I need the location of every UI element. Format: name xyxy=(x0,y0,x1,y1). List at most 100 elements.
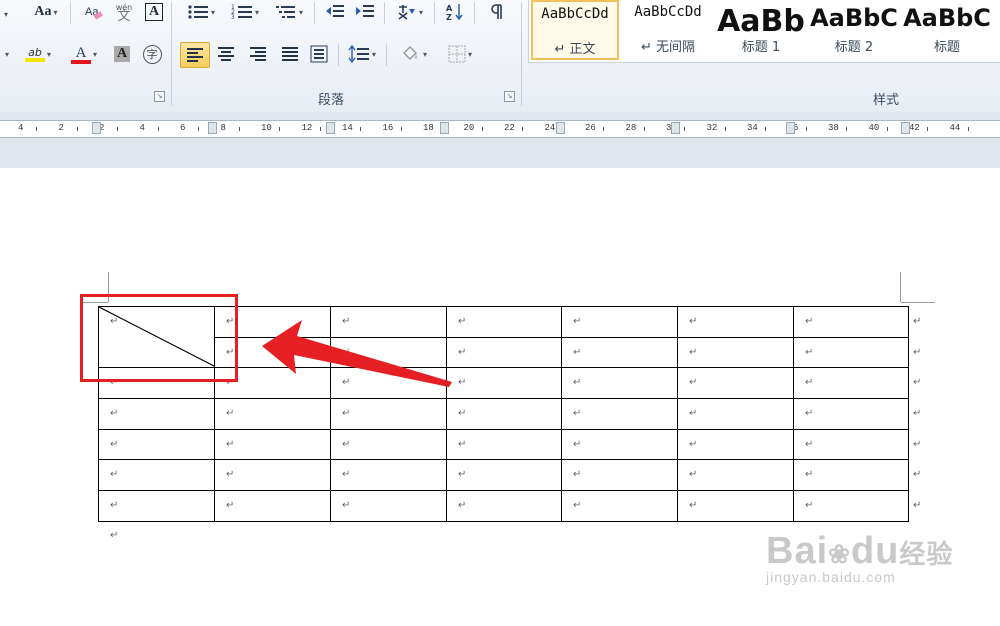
ruler-number: 4 xyxy=(139,123,145,133)
style-sample: AaBbC xyxy=(903,4,991,32)
watermark-du: du xyxy=(850,530,900,572)
char-shading-icon: A xyxy=(113,46,131,62)
enclose-char-button[interactable]: 字 xyxy=(140,42,164,66)
ruler-tick xyxy=(967,127,969,131)
sort-az-icon: AZ xyxy=(446,4,463,22)
chinese-layout-icon xyxy=(398,5,415,20)
separator xyxy=(434,2,435,24)
separator xyxy=(338,44,339,66)
line-spacing-button[interactable]: ▾ xyxy=(344,42,380,66)
distributed-align-icon xyxy=(310,45,328,63)
char-border-button[interactable]: A xyxy=(142,0,166,24)
ruler-number: 38 xyxy=(828,123,839,133)
justify-icon xyxy=(282,47,298,61)
align-left-icon xyxy=(187,48,203,62)
align-center-button[interactable] xyxy=(212,42,240,66)
ruler-number: 14 xyxy=(342,123,353,133)
ruler-number: 28 xyxy=(625,123,637,133)
ruler-tick xyxy=(360,127,361,131)
paragraph-dialog-launcher[interactable]: ↘ xyxy=(504,91,515,102)
ruler-area: 4224681012141618202224262830323436384042… xyxy=(0,112,1000,168)
column-marker[interactable] xyxy=(326,122,335,134)
ruler-tick xyxy=(603,127,604,131)
borders-button[interactable]: ▾ xyxy=(440,42,480,66)
column-marker[interactable] xyxy=(786,122,795,134)
show-hide-marks-button[interactable] xyxy=(484,0,510,24)
separator xyxy=(70,2,71,24)
align-left-button[interactable] xyxy=(180,42,210,68)
increase-indent-icon xyxy=(356,5,374,17)
phonetic-guide-button[interactable]: wén 文 xyxy=(110,0,138,24)
sort-button[interactable]: AZ xyxy=(442,0,468,24)
text-highlight-button[interactable]: ab ▾ xyxy=(18,42,58,66)
distributed-align-button[interactable] xyxy=(306,42,332,66)
ruler-number: 10 xyxy=(261,123,272,133)
font-size-dropdown[interactable]: ▾ xyxy=(0,2,10,26)
font-dialog-launcher[interactable]: ↘ xyxy=(154,91,165,102)
font-color-bar xyxy=(70,59,91,64)
font-dropdown-arrow[interactable]: ▾ xyxy=(0,42,12,66)
ruler-tick xyxy=(481,127,483,131)
style-name: 标题 1 xyxy=(741,40,781,55)
ruler-tick xyxy=(198,127,199,131)
bullets-icon xyxy=(188,5,208,19)
column-marker[interactable] xyxy=(208,122,217,134)
svg-text:Z: Z xyxy=(446,13,452,22)
document-page[interactable]: ↵ ↵ ↵ ↵ ↵ ↵ ↵ ↵ ↵ ↵ ↵ ↵ ↵ ↵ ↵ ↵ ↵ ↵ ↵ ↵ ↵ ↵ ↵ ↵ ↵ ↵ ↵ ↵ ↵ ↵ ↵ ↵ ↵ ↵ ↵ ↵ ↵ ↵ ↵ ↵… xyxy=(0,168,1000,626)
shading-button[interactable]: ▾ xyxy=(394,42,434,66)
increase-indent-button[interactable] xyxy=(352,0,378,24)
bullets-button[interactable]: ▾ xyxy=(182,0,220,24)
paragraph-group-label: 段落 xyxy=(318,92,345,107)
separator xyxy=(386,44,387,66)
paragraph-mark-icon xyxy=(491,4,502,19)
borders-icon xyxy=(448,45,466,63)
style-item[interactable]: AaBbCcDd ↵ 无间隔 xyxy=(624,0,712,60)
horizontal-ruler[interactable]: 4224681012141618202224262830323436384042… xyxy=(0,120,1000,138)
style-item[interactable]: AaBbC 标题 2 xyxy=(810,0,898,60)
line-spacing-icon xyxy=(348,45,369,63)
ruler-number: 16 xyxy=(382,123,394,133)
clear-format-button[interactable]: Aa xyxy=(82,0,106,24)
change-case-button[interactable]: Aa ▾ xyxy=(28,0,64,24)
highlight-color-bar xyxy=(24,58,45,62)
ruler-number: 12 xyxy=(301,123,313,133)
align-center-icon xyxy=(218,47,234,61)
group-separator xyxy=(171,2,172,106)
column-marker[interactable] xyxy=(671,122,680,134)
svg-text:3: 3 xyxy=(231,14,235,21)
style-sample: AaBbCcDd xyxy=(634,4,702,20)
align-right-icon xyxy=(250,47,266,61)
column-marker[interactable] xyxy=(440,122,449,134)
font-color-button[interactable]: A ▾ xyxy=(64,42,104,66)
ruler-tick xyxy=(522,127,523,131)
style-name: ↵ 无间隔 xyxy=(640,40,696,55)
ruler-tick xyxy=(805,127,807,131)
column-marker[interactable] xyxy=(901,122,910,134)
style-item[interactable]: AaBbCcDd ↵ 正文 xyxy=(531,0,619,60)
column-marker[interactable] xyxy=(556,122,565,134)
enclose-char-icon: 字 xyxy=(142,44,162,64)
ruler-number: 22 xyxy=(504,123,515,133)
ruler-tick xyxy=(886,127,888,131)
svg-text:A: A xyxy=(446,4,453,13)
style-name: 标题 2 xyxy=(834,40,874,55)
decrease-indent-button[interactable] xyxy=(322,0,348,24)
chinese-layout-button[interactable]: ▾ xyxy=(392,0,428,24)
ruler-tick xyxy=(846,127,847,131)
justify-button[interactable] xyxy=(276,42,304,66)
char-shading-button[interactable]: A xyxy=(110,42,134,66)
ruler-number: 4 xyxy=(18,123,24,133)
column-marker[interactable] xyxy=(92,122,101,134)
watermark-suffix: 经验 xyxy=(899,539,954,569)
numbering-button[interactable]: 1 2 3 ▾ xyxy=(226,0,264,24)
char-border-icon: A xyxy=(144,3,164,21)
align-right-button[interactable] xyxy=(244,42,272,66)
baidu-watermark: Bai❀du经验 jingyan.baidu.com xyxy=(766,530,953,585)
style-item[interactable]: AaBbC 标题 xyxy=(903,0,991,60)
multilevel-list-button[interactable]: ▾ xyxy=(270,0,308,24)
separator xyxy=(384,2,385,24)
ruler-tick xyxy=(36,127,37,131)
style-item[interactable]: AaBb 标题 1 xyxy=(717,0,805,60)
ruler-tick xyxy=(117,127,118,131)
ruler-tick xyxy=(684,127,685,131)
